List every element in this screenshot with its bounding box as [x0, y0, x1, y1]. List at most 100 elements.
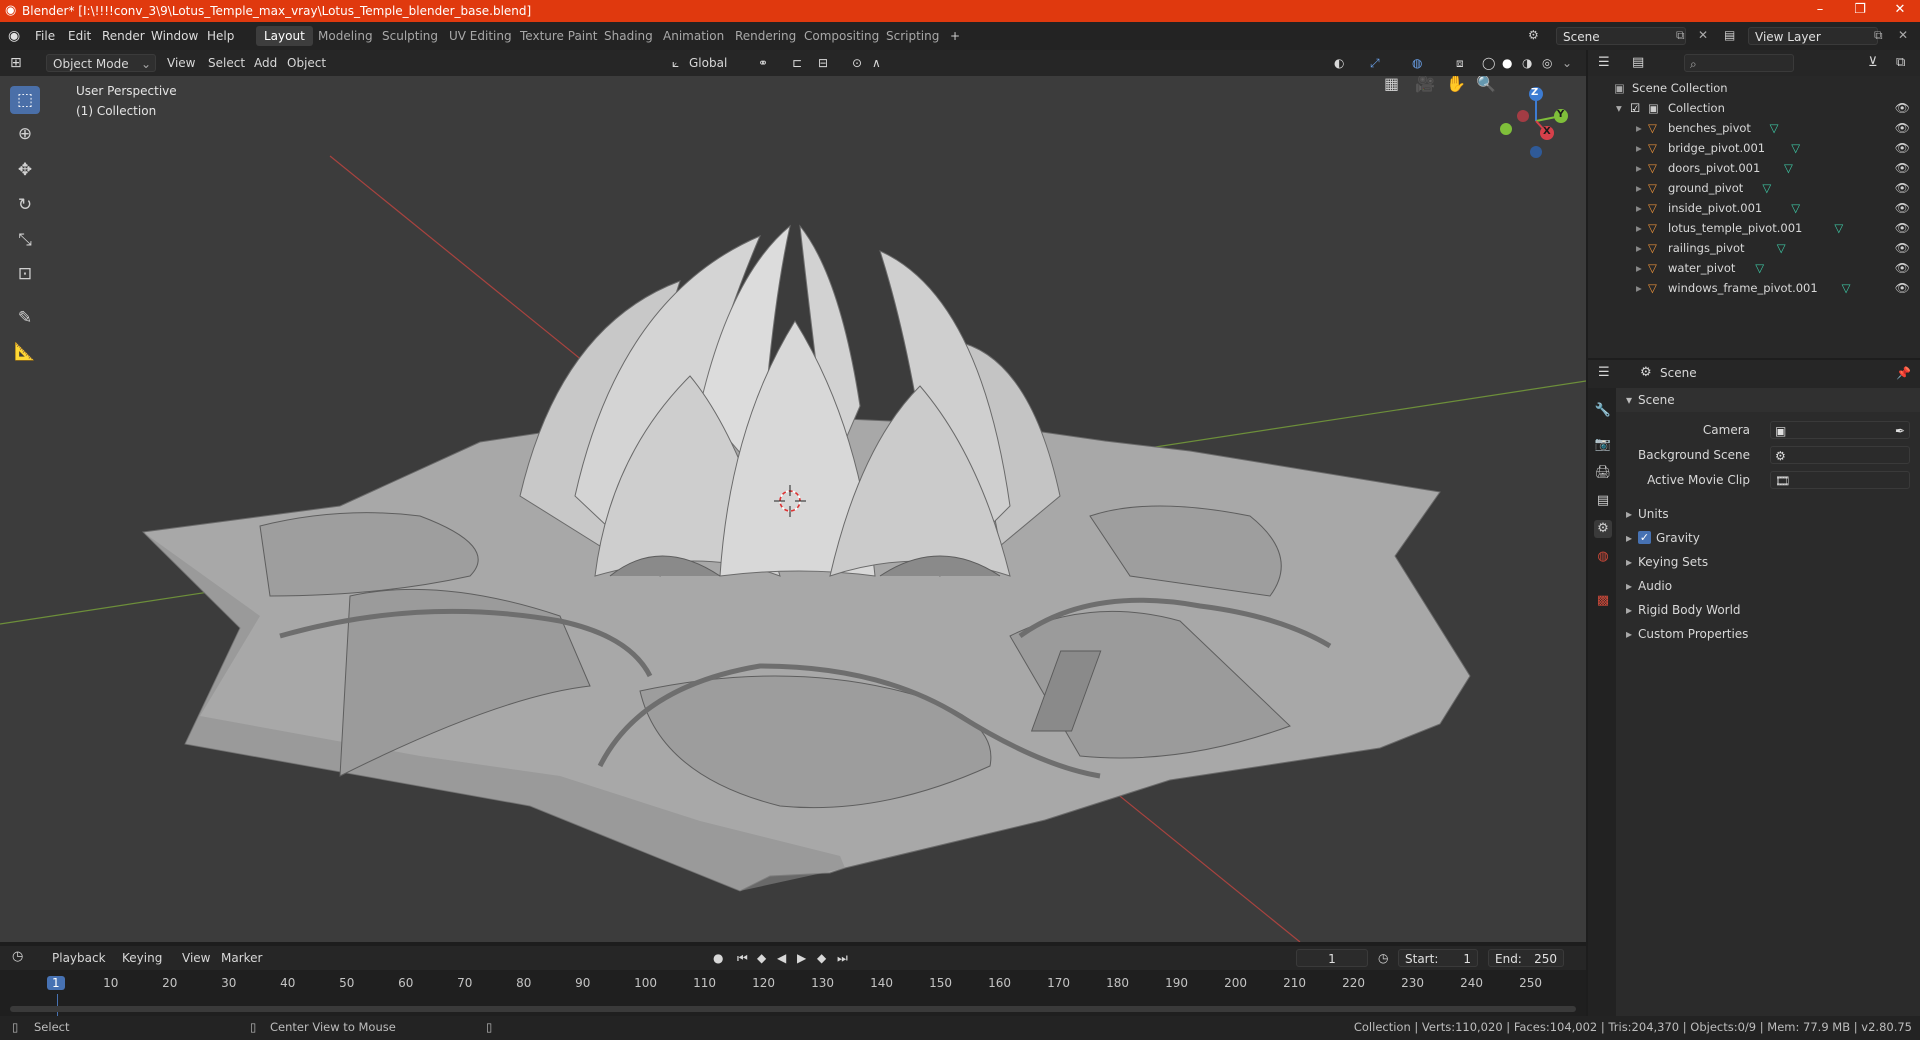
snap-target-icon[interactable]: ⊟	[818, 54, 828, 72]
outliner-row-object[interactable]: ▸ ▽ doors_pivot.001 ▽ 👁	[1588, 158, 1920, 178]
shading-options-icon[interactable]: ⌄	[1562, 54, 1572, 72]
close-button[interactable]: ✕	[1880, 0, 1920, 22]
maximize-button[interactable]: ❐	[1840, 0, 1880, 22]
viewport-menu-select[interactable]: Select	[208, 54, 245, 72]
blender-menu-icon[interactable]: ◉	[8, 28, 20, 44]
outliner-row-object[interactable]: ▸ ▽ water_pivot ▽ 👁	[1588, 258, 1920, 278]
transform-orientation-dropdown[interactable]: Global	[689, 54, 727, 72]
tab-texture-paint[interactable]: Texture Paint	[512, 26, 605, 46]
overlay-toggle-icon[interactable]: ◍	[1412, 54, 1422, 72]
outliner-row-object[interactable]: ▸ ▽ inside_pivot.001 ▽ 👁	[1588, 198, 1920, 218]
tab-animation[interactable]: Animation	[655, 26, 732, 46]
gizmo-z-label[interactable]: Z	[1531, 87, 1538, 98]
wireframe-shading-icon[interactable]: ◯	[1482, 54, 1495, 72]
mesh-data-icon[interactable]: ▽	[1777, 238, 1786, 258]
eye-icon[interactable]: 👁	[1895, 178, 1910, 198]
new-collection-icon[interactable]: ⧉	[1896, 54, 1905, 72]
eye-icon[interactable]: 👁	[1895, 158, 1910, 178]
xray-icon[interactable]: ⧈	[1456, 54, 1464, 72]
tab-sculpting[interactable]: Sculpting	[374, 26, 446, 46]
camera-view-icon[interactable]: 🎥	[1415, 76, 1435, 93]
eye-icon[interactable]: 👁	[1895, 98, 1910, 118]
current-frame-field[interactable]: 1	[1296, 949, 1368, 967]
outliner-search-input[interactable]: ⌕	[1684, 54, 1794, 72]
rotate-tool[interactable]: ↻	[10, 191, 40, 219]
tab-compositing[interactable]: Compositing	[796, 26, 887, 46]
outliner-row-object[interactable]: ▸ ▽ benches_pivot ▽ 👁	[1588, 118, 1920, 138]
tool-tab-icon[interactable]: 🔧	[1594, 402, 1612, 420]
mesh-data-icon[interactable]: ▽	[1834, 218, 1843, 238]
camera-field[interactable]: ▣ ✒	[1770, 421, 1910, 439]
eyedropper-icon[interactable]: ✒	[1895, 422, 1905, 440]
expand-arrow-icon[interactable]: ▾	[1616, 98, 1622, 118]
outliner-row-object[interactable]: ▸ ▽ lotus_temple_pivot.001 ▽ 👁	[1588, 218, 1920, 238]
timeline-menu-keying[interactable]: Keying	[122, 949, 162, 967]
material-shading-icon[interactable]: ◑	[1522, 54, 1532, 72]
scene-tab-icon[interactable]: ⚙	[1594, 520, 1612, 538]
proportional-edit-icon[interactable]: ⊙	[852, 54, 862, 72]
view-layer-tab-icon[interactable]: ▤	[1594, 492, 1612, 510]
remove-scene-icon[interactable]: ✕	[1698, 28, 1708, 42]
play-icon[interactable]: ▶	[797, 949, 806, 967]
3d-viewport[interactable]: Z Y X User Perspective (1) Collection ▦ …	[0, 76, 1586, 942]
active-movie-clip-field[interactable]: 🎞	[1770, 471, 1910, 489]
solid-shading-icon[interactable]: ●	[1502, 54, 1512, 72]
zoom-view-icon[interactable]: 🔍	[1476, 76, 1496, 93]
end-frame-field[interactable]: End: 250	[1488, 949, 1564, 967]
menu-edit[interactable]: Edit	[61, 27, 98, 45]
viewport-menu-add[interactable]: Add	[254, 54, 277, 72]
expand-arrow-icon[interactable]: ▸	[1636, 158, 1642, 178]
play-reverse-icon[interactable]: ◀	[777, 949, 786, 967]
record-icon[interactable]: ●	[713, 949, 723, 967]
expand-arrow-icon[interactable]: ▸	[1636, 118, 1642, 138]
annotate-tool[interactable]: ✎	[10, 304, 40, 332]
remove-view-layer-icon[interactable]: ✕	[1898, 28, 1908, 42]
background-scene-field[interactable]: ⚙	[1770, 446, 1910, 464]
mesh-data-icon[interactable]: ▽	[1755, 258, 1764, 278]
jump-start-icon[interactable]: ⏮	[737, 949, 748, 967]
display-mode-icon[interactable]: ▤	[1632, 54, 1644, 72]
pin-icon[interactable]: 📌	[1896, 364, 1911, 382]
outliner-row-scene-collection[interactable]: ▣ Scene Collection	[1588, 78, 1920, 98]
texture-tab-icon[interactable]: ▩	[1594, 592, 1612, 610]
tab-scripting[interactable]: Scripting	[878, 26, 947, 46]
units-section[interactable]: ▸ Units	[1616, 502, 1920, 526]
properties-editor-type-icon[interactable]: ☰	[1598, 364, 1610, 382]
eye-icon[interactable]: 👁	[1895, 278, 1910, 298]
outliner-row-object[interactable]: ▸ ▽ windows_frame_pivot.001 ▽ 👁	[1588, 278, 1920, 298]
mesh-data-icon[interactable]: ▽	[1842, 278, 1851, 298]
cursor-tool[interactable]: ⊕	[10, 120, 40, 148]
eye-icon[interactable]: 👁	[1895, 138, 1910, 158]
eye-icon[interactable]: 👁	[1895, 258, 1910, 278]
gravity-checkbox[interactable]: ✓	[1638, 531, 1651, 544]
tab-uv-editing[interactable]: UV Editing	[441, 26, 520, 46]
checkbox-icon[interactable]: ☑	[1630, 98, 1640, 118]
gizmo-x-label[interactable]: X	[1543, 126, 1551, 137]
audio-section[interactable]: ▸ Audio	[1616, 574, 1920, 598]
mesh-data-icon[interactable]: ▽	[1770, 118, 1779, 138]
expand-arrow-icon[interactable]: ▸	[1636, 138, 1642, 158]
timeline-menu-marker[interactable]: Marker	[221, 949, 262, 967]
tab-modeling[interactable]: Modeling	[310, 26, 381, 46]
timeline-menu-playback[interactable]: Playback	[52, 949, 106, 967]
pan-view-icon[interactable]: ✋	[1446, 76, 1466, 93]
new-view-layer-icon[interactable]: ⧉	[1874, 28, 1883, 43]
gizmo-y-label[interactable]: Y	[1557, 109, 1564, 120]
expand-arrow-icon[interactable]: ▸	[1636, 218, 1642, 238]
mesh-data-icon[interactable]: ▽	[1791, 198, 1800, 218]
filter-icon[interactable]: ⊻	[1868, 54, 1878, 72]
tab-rendering[interactable]: Rendering	[727, 26, 804, 46]
custom-properties-section[interactable]: ▸ Custom Properties	[1616, 622, 1920, 646]
expand-arrow-icon[interactable]: ▸	[1636, 198, 1642, 218]
mesh-data-icon[interactable]: ▽	[1791, 138, 1800, 158]
object-mode-dropdown[interactable]: Object Mode ⌄	[46, 54, 156, 72]
gizmo-toggle-icon[interactable]: ⤢	[1370, 54, 1380, 72]
perspective-toggle-icon[interactable]: ▦	[1384, 76, 1399, 93]
jump-end-icon[interactable]: ⏭	[837, 949, 848, 967]
viewport-menu-object[interactable]: Object	[287, 54, 326, 72]
menu-help[interactable]: Help	[200, 27, 241, 45]
expand-arrow-icon[interactable]: ▸	[1636, 178, 1642, 198]
mesh-data-icon[interactable]: ▽	[1762, 178, 1771, 198]
move-tool[interactable]: ✥	[10, 156, 40, 184]
transform-tool[interactable]: ⊡	[10, 260, 40, 288]
